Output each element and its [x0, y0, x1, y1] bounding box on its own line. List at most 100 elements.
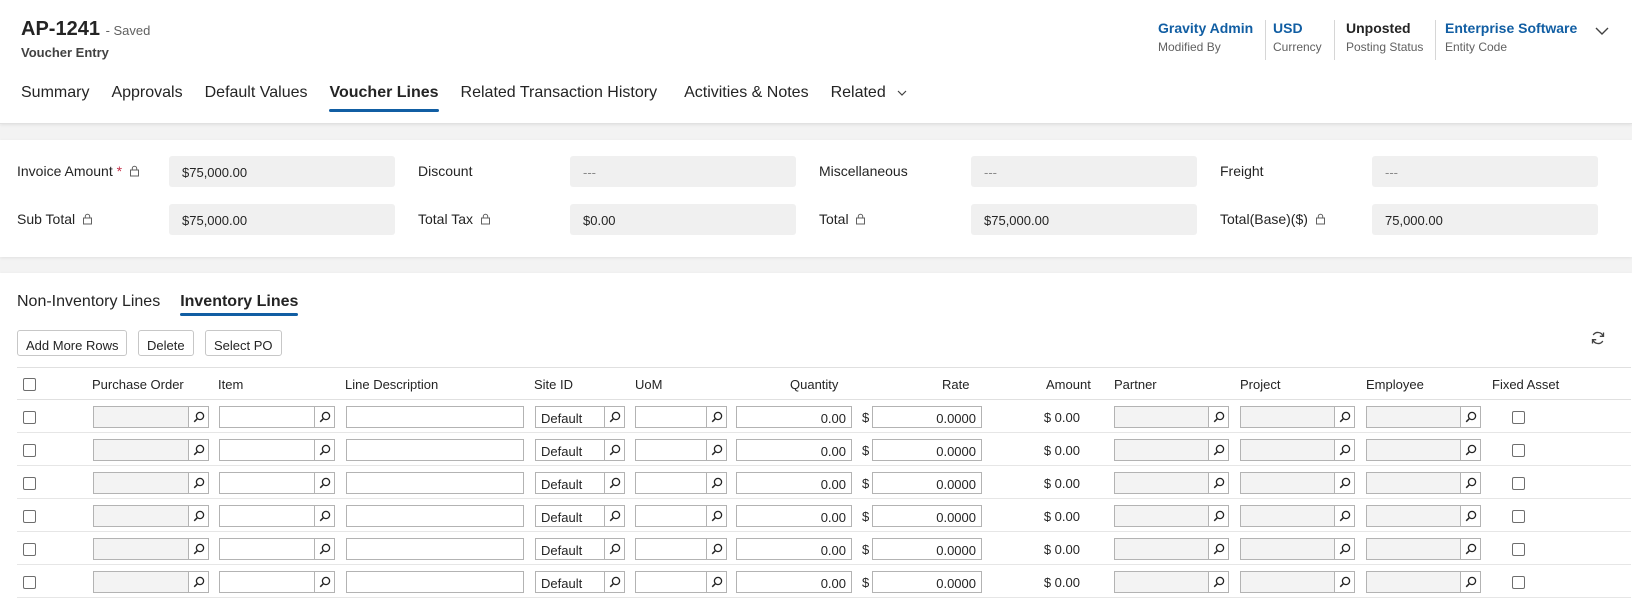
- add-more-rows-button[interactable]: Add More Rows: [17, 330, 128, 356]
- tab-related-transaction-history[interactable]: Related Transaction History: [461, 84, 658, 112]
- search-icon[interactable]: [707, 538, 727, 560]
- row-select-checkbox[interactable]: [23, 576, 36, 589]
- col-fixed-asset[interactable]: Fixed Asset: [1492, 377, 1559, 392]
- modified-by-value[interactable]: Gravity Admin: [1158, 20, 1253, 36]
- project-input[interactable]: [1240, 505, 1335, 527]
- partner-input[interactable]: [1114, 571, 1209, 593]
- entity-code-value[interactable]: Enterprise Software: [1445, 20, 1577, 36]
- fixed-asset-checkbox[interactable]: [1512, 576, 1525, 589]
- row-select-checkbox[interactable]: [23, 477, 36, 490]
- employee-input[interactable]: [1366, 505, 1461, 527]
- search-icon[interactable]: [1209, 406, 1229, 428]
- tab-summary[interactable]: Summary: [21, 84, 89, 112]
- line-description-input[interactable]: [346, 472, 524, 494]
- search-icon[interactable]: [1335, 439, 1355, 461]
- search-icon[interactable]: [1209, 472, 1229, 494]
- search-icon[interactable]: [189, 472, 209, 494]
- search-icon[interactable]: [189, 538, 209, 560]
- search-icon[interactable]: [707, 439, 727, 461]
- item-input[interactable]: [219, 505, 315, 527]
- uom-input[interactable]: [635, 538, 707, 560]
- purchase-order-input[interactable]: [93, 439, 189, 461]
- project-input[interactable]: [1240, 406, 1335, 428]
- search-icon[interactable]: [1335, 571, 1355, 593]
- line-description-input[interactable]: [346, 406, 524, 428]
- search-icon[interactable]: [707, 472, 727, 494]
- search-icon[interactable]: [605, 439, 625, 461]
- freight-field[interactable]: ---: [1372, 156, 1598, 187]
- quantity-input[interactable]: 0.00: [736, 505, 852, 527]
- search-icon[interactable]: [315, 505, 335, 527]
- uom-input[interactable]: [635, 439, 707, 461]
- item-input[interactable]: [219, 538, 315, 560]
- project-input[interactable]: [1240, 472, 1335, 494]
- site-id-input[interactable]: Default: [535, 505, 605, 527]
- site-id-input[interactable]: Default: [535, 472, 605, 494]
- quantity-input[interactable]: 0.00: [736, 406, 852, 428]
- search-icon[interactable]: [1461, 439, 1481, 461]
- rate-input[interactable]: 0.0000: [872, 538, 982, 560]
- search-icon[interactable]: [707, 406, 727, 428]
- search-icon[interactable]: [605, 505, 625, 527]
- select-all-checkbox[interactable]: [23, 378, 36, 391]
- employee-input[interactable]: [1366, 439, 1461, 461]
- quantity-input[interactable]: 0.00: [736, 571, 852, 593]
- row-select-checkbox[interactable]: [23, 543, 36, 556]
- search-icon[interactable]: [1209, 439, 1229, 461]
- item-input[interactable]: [219, 406, 315, 428]
- expand-header-chevron-icon[interactable]: [1593, 22, 1611, 40]
- purchase-order-input[interactable]: [93, 571, 189, 593]
- search-icon[interactable]: [1461, 472, 1481, 494]
- partner-input[interactable]: [1114, 439, 1209, 461]
- search-icon[interactable]: [315, 406, 335, 428]
- search-icon[interactable]: [1335, 472, 1355, 494]
- uom-input[interactable]: [635, 472, 707, 494]
- col-site-id[interactable]: Site ID: [534, 377, 573, 392]
- partner-input[interactable]: [1114, 406, 1209, 428]
- delete-button[interactable]: Delete: [138, 330, 194, 356]
- line-description-input[interactable]: [346, 505, 524, 527]
- tab-activities-notes[interactable]: Activities & Notes: [684, 84, 808, 112]
- currency-value[interactable]: USD: [1273, 20, 1322, 36]
- tab-approvals[interactable]: Approvals: [111, 84, 182, 112]
- search-icon[interactable]: [707, 571, 727, 593]
- search-icon[interactable]: [1461, 571, 1481, 593]
- fixed-asset-checkbox[interactable]: [1512, 510, 1525, 523]
- site-id-input[interactable]: Default: [535, 439, 605, 461]
- purchase-order-input[interactable]: [93, 505, 189, 527]
- search-icon[interactable]: [315, 571, 335, 593]
- search-icon[interactable]: [605, 472, 625, 494]
- rate-input[interactable]: 0.0000: [872, 571, 982, 593]
- rate-input[interactable]: 0.0000: [872, 505, 982, 527]
- search-icon[interactable]: [1461, 406, 1481, 428]
- select-po-button[interactable]: Select PO: [205, 330, 282, 356]
- line-description-input[interactable]: [346, 439, 524, 461]
- site-id-input[interactable]: Default: [535, 406, 605, 428]
- miscellaneous-field[interactable]: ---: [971, 156, 1197, 187]
- refresh-icon[interactable]: [1590, 330, 1606, 346]
- search-icon[interactable]: [605, 571, 625, 593]
- col-line-description[interactable]: Line Description: [345, 377, 438, 392]
- col-uom[interactable]: UoM: [635, 377, 662, 392]
- site-id-input[interactable]: Default: [535, 571, 605, 593]
- quantity-input[interactable]: 0.00: [736, 472, 852, 494]
- search-icon[interactable]: [1461, 538, 1481, 560]
- purchase-order-input[interactable]: [93, 538, 189, 560]
- col-rate[interactable]: Rate: [942, 377, 969, 392]
- fixed-asset-checkbox[interactable]: [1512, 444, 1525, 457]
- tab-non-inventory-lines[interactable]: Non-Inventory Lines: [17, 293, 160, 315]
- partner-input[interactable]: [1114, 538, 1209, 560]
- discount-field[interactable]: ---: [570, 156, 796, 187]
- row-select-checkbox[interactable]: [23, 411, 36, 424]
- project-input[interactable]: [1240, 538, 1335, 560]
- tab-inventory-lines[interactable]: Inventory Lines: [180, 293, 299, 316]
- search-icon[interactable]: [315, 538, 335, 560]
- search-icon[interactable]: [189, 406, 209, 428]
- search-icon[interactable]: [605, 406, 625, 428]
- item-input[interactable]: [219, 439, 315, 461]
- tab-related[interactable]: Related: [831, 84, 909, 112]
- item-input[interactable]: [219, 571, 315, 593]
- search-icon[interactable]: [189, 571, 209, 593]
- uom-input[interactable]: [635, 571, 707, 593]
- partner-input[interactable]: [1114, 505, 1209, 527]
